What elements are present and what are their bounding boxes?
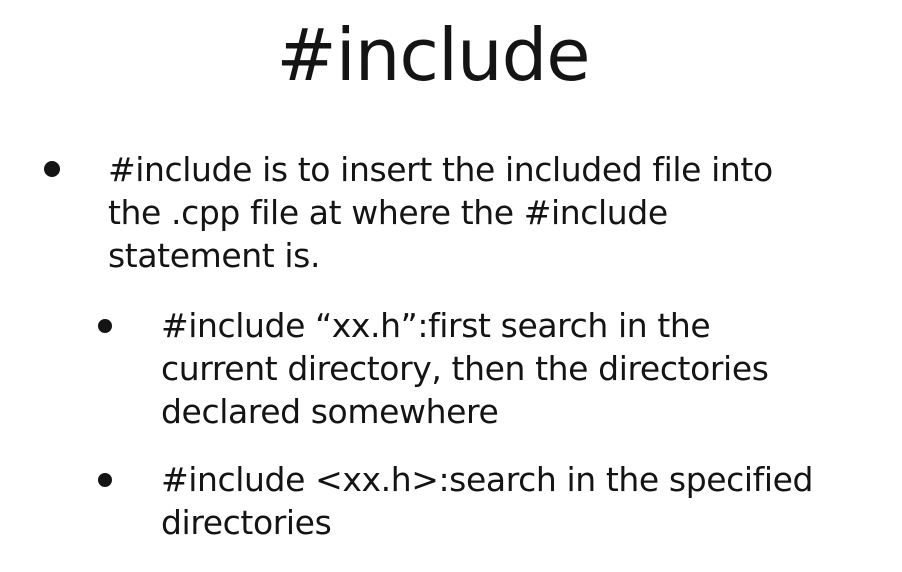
sub-bullet-line: current directory, then the directories <box>161 349 769 388</box>
sub-bullet-dot-icon <box>98 473 112 487</box>
sub-bullet-text: #include “xx.h”:first search in the curr… <box>161 304 769 433</box>
sub-bullet-line: declared somewhere <box>161 392 499 431</box>
bullet-line: statement is. <box>108 236 321 275</box>
sub-bullet-line: #include “xx.h”:first search in the <box>161 306 711 345</box>
sub-bullet-dot-icon <box>98 319 112 333</box>
slide: #include #include is to insert the inclu… <box>0 0 902 572</box>
bullet-line: the .cpp file at where the #include <box>108 193 668 232</box>
bullet-line: #include is to insert the included file … <box>108 150 773 189</box>
slide-title: #include <box>276 13 590 97</box>
sub-bullet-text: #include <xx.h>:search in the specified … <box>161 458 814 544</box>
sub-bullet-line: #include <xx.h>:search in the specified <box>161 460 814 499</box>
bullet-text: #include is to insert the included file … <box>108 148 773 277</box>
bullet-dot-icon <box>44 161 60 177</box>
sub-bullet-line: directories <box>161 503 332 542</box>
